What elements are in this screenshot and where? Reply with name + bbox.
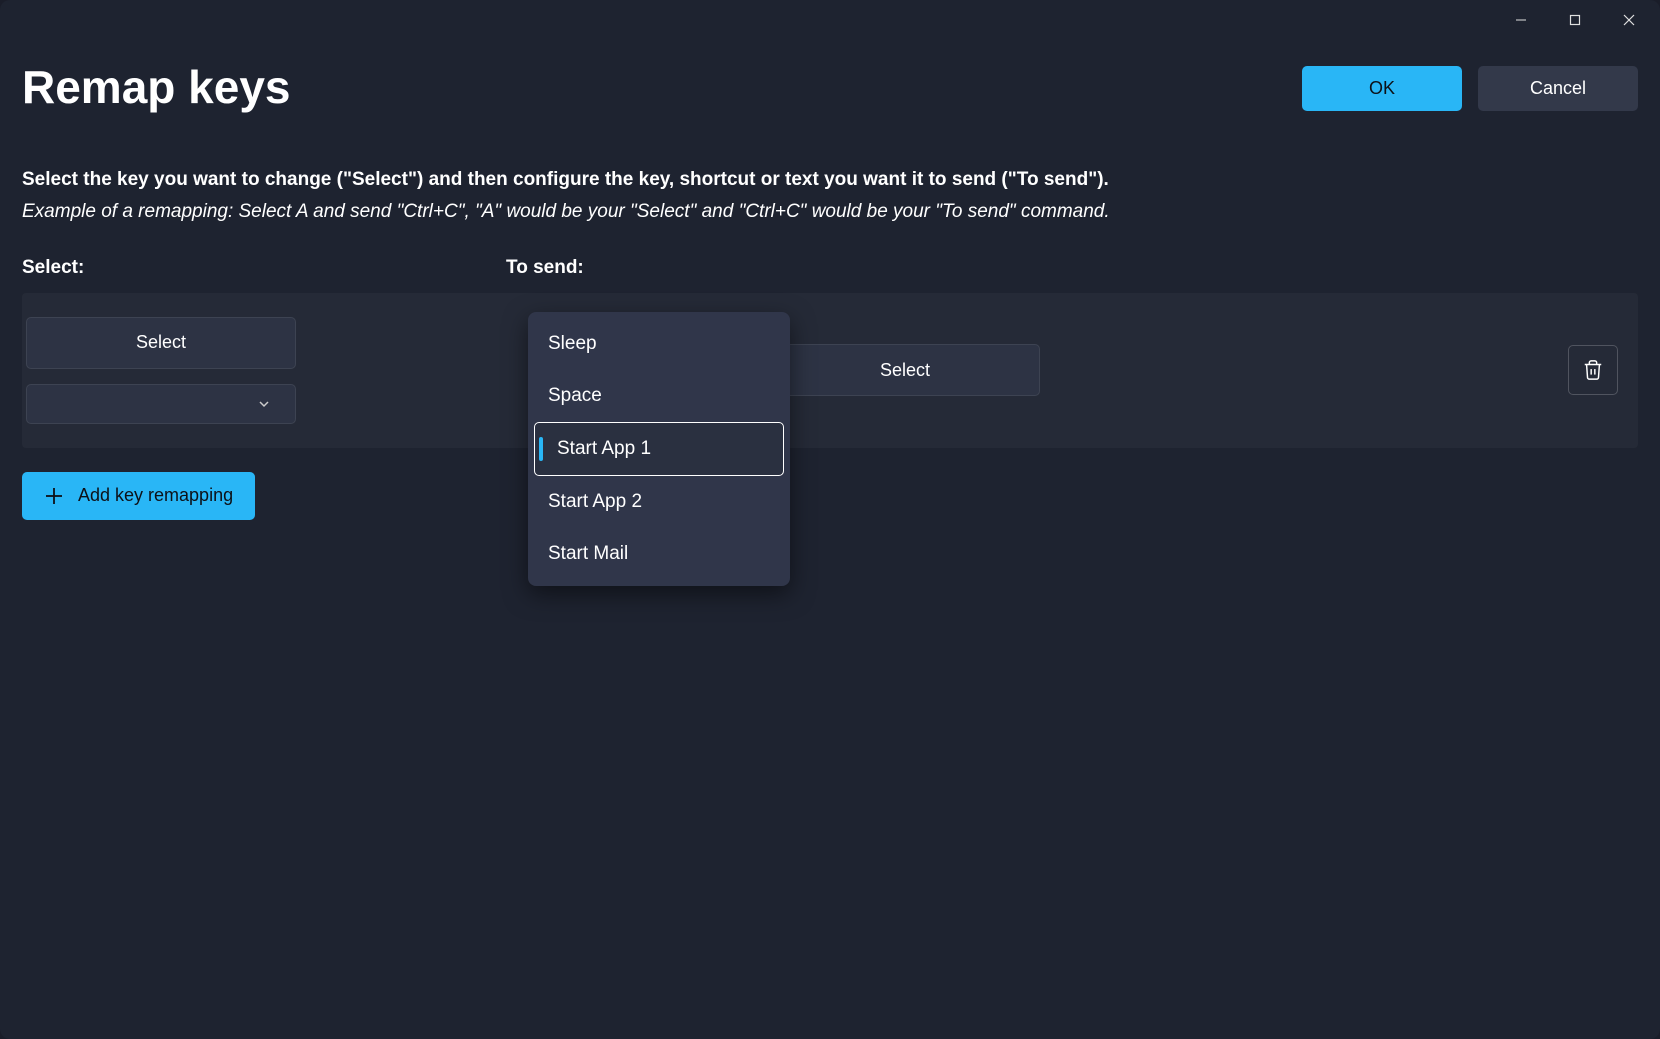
plus-icon: [44, 486, 64, 506]
maximize-button[interactable]: [1548, 2, 1602, 38]
cancel-button[interactable]: Cancel: [1478, 66, 1638, 111]
close-icon: [1623, 14, 1635, 26]
select-target-key-button[interactable]: Select: [770, 344, 1040, 396]
add-button-label: Add key remapping: [78, 485, 233, 506]
dropdown-item-start-app-1[interactable]: Start App 1: [534, 422, 784, 476]
ok-button[interactable]: OK: [1302, 66, 1462, 111]
dropdown-item-start-app-2[interactable]: Start App 2: [534, 476, 784, 528]
arrow-separator: [426, 355, 486, 385]
delete-container: [1568, 345, 1618, 395]
page-title: Remap keys: [22, 60, 291, 114]
select-column-header: Select:: [22, 257, 506, 279]
dropdown-item-space[interactable]: Space: [534, 370, 784, 422]
window-root: Remap keys OK Cancel Select the key you …: [0, 0, 1660, 1039]
remap-row: Select Select: [22, 293, 1638, 448]
trash-icon: [1582, 359, 1604, 381]
action-buttons: OK Cancel: [1302, 66, 1638, 111]
content-area: Remap keys OK Cancel Select the key you …: [0, 40, 1660, 1039]
titlebar: [0, 0, 1660, 40]
close-button[interactable]: [1602, 2, 1656, 38]
minimize-icon: [1515, 14, 1527, 26]
select-source-key-button[interactable]: Select: [26, 317, 296, 369]
chevron-down-icon: [257, 397, 271, 411]
description-line-1: Select the key you want to change ("Sele…: [22, 164, 1638, 196]
description-line-2: Example of a remapping: Select A and sen…: [22, 196, 1638, 228]
tosend-column-header: To send:: [506, 257, 1638, 279]
column-headers: Select: To send:: [22, 257, 1638, 293]
minimize-button[interactable]: [1494, 2, 1548, 38]
description-block: Select the key you want to change ("Sele…: [22, 164, 1638, 229]
key-dropdown-popup: Sleep Space Start App 1 Start App 2 Star…: [528, 312, 790, 586]
maximize-icon: [1569, 14, 1581, 26]
header-row: Remap keys OK Cancel: [22, 60, 1638, 114]
dropdown-item-start-mail[interactable]: Start Mail: [534, 528, 784, 580]
delete-row-button[interactable]: [1568, 345, 1618, 395]
add-key-remapping-button[interactable]: Add key remapping: [22, 472, 255, 520]
source-key-dropdown[interactable]: [26, 384, 296, 424]
dropdown-item-sleep[interactable]: Sleep: [534, 318, 784, 370]
